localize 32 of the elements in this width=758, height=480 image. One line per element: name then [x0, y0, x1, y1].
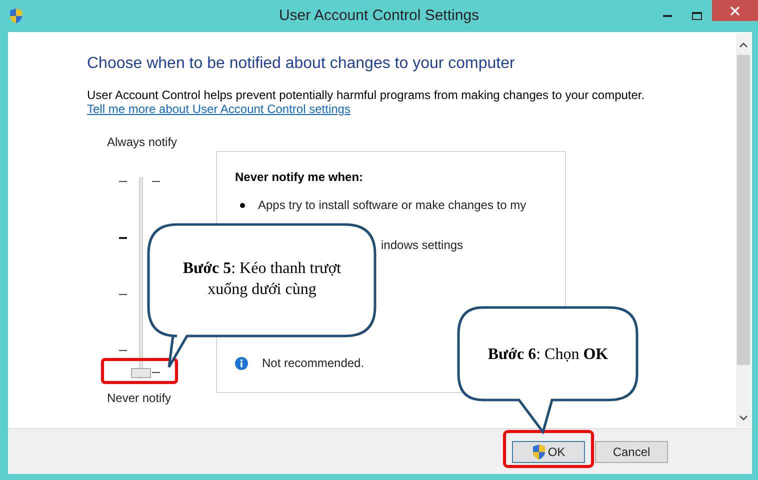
scrollbar[interactable]	[736, 33, 751, 427]
page-heading: Choose when to be notified about changes to your computer	[87, 54, 516, 74]
bullet-text: indows settings	[381, 237, 464, 254]
slider-thumb[interactable]	[131, 368, 151, 378]
tick-mark	[119, 237, 127, 239]
panel-title: Never notify me when:	[235, 169, 364, 186]
close-icon	[730, 6, 740, 16]
shield-icon	[532, 444, 546, 460]
info-icon	[235, 356, 248, 370]
ok-button[interactable]: OK	[512, 440, 585, 462]
callout-text: Bước 6: Chọn OK	[486, 345, 610, 365]
learn-more-link[interactable]: Tell me more about User Account Control settings	[87, 102, 736, 117]
scroll-up-icon[interactable]	[739, 42, 748, 48]
bullet-text: Apps try to install software or make changes to my	[258, 197, 526, 214]
scroll-down-icon[interactable]	[739, 415, 748, 421]
cancel-button[interactable]: Cancel	[595, 440, 668, 462]
window-title: User Account Control Settings	[278, 6, 480, 26]
bullet-icon	[240, 202, 245, 208]
slider-bottom-label: Never notify	[107, 390, 172, 407]
slider-top-label: Always notify	[107, 134, 178, 151]
slider-track[interactable]	[131, 177, 151, 379]
tick-mark	[119, 350, 127, 351]
scrollbar-thumb[interactable]	[737, 55, 750, 365]
close-button[interactable]	[712, 0, 758, 21]
callout-text: Bước 5: Kéo thanh trượt xuống dưới cùng	[182, 259, 342, 300]
note-text: Not recommended.	[262, 355, 364, 372]
tick-mark	[152, 372, 160, 373]
tick-mark	[119, 294, 127, 295]
description-text: User Account Control helps prevent potentially harmful programs from making changes to your computer.	[87, 88, 646, 102]
tick-mark	[119, 181, 127, 182]
shield-icon	[9, 8, 23, 24]
tick-mark	[152, 181, 160, 182]
